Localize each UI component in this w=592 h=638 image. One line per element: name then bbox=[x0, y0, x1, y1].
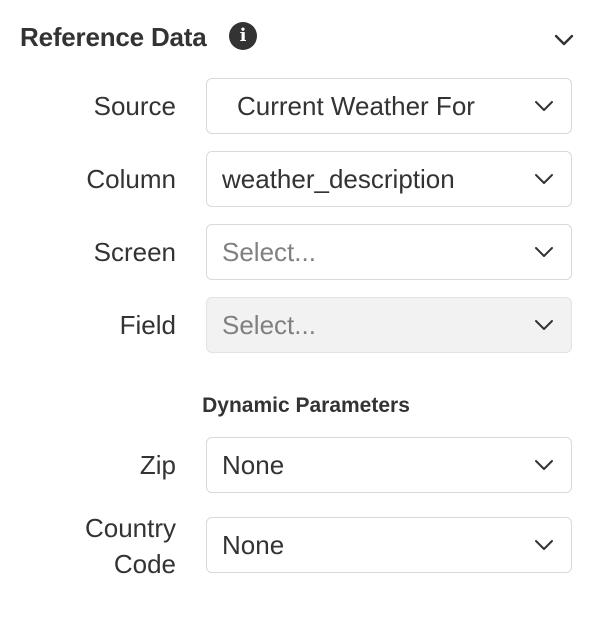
reference-data-panel: Reference Data i Source Current Weather … bbox=[0, 0, 592, 638]
field-select: Select... bbox=[206, 297, 572, 353]
field-label: Field bbox=[119, 310, 176, 340]
screen-label: Screen bbox=[93, 237, 176, 267]
chevron-down-icon bbox=[535, 460, 553, 470]
screen-select-placeholder: Select... bbox=[222, 237, 316, 267]
source-label: Source bbox=[93, 91, 176, 121]
chevron-down-icon bbox=[535, 101, 553, 111]
column-select[interactable]: weather_description bbox=[206, 151, 572, 207]
column-label: Column bbox=[86, 164, 176, 194]
chevron-down-icon bbox=[535, 320, 553, 330]
country-code-label-line1: Country bbox=[84, 513, 176, 543]
country-code-select-value: None bbox=[222, 530, 285, 560]
source-select[interactable]: Current Weather For bbox=[206, 78, 572, 134]
dynamic-parameters-heading: Dynamic Parameters bbox=[202, 394, 410, 417]
zip-select[interactable]: None bbox=[206, 437, 572, 493]
country-code-label: Country Code bbox=[85, 510, 176, 582]
column-select-value: weather_description bbox=[222, 164, 455, 194]
source-select-value: Current Weather For bbox=[237, 91, 475, 121]
chevron-down-icon bbox=[535, 247, 553, 257]
chevron-down-icon[interactable] bbox=[552, 28, 576, 52]
info-icon[interactable]: i bbox=[229, 22, 257, 50]
country-code-label-line2: Code bbox=[113, 549, 176, 579]
panel-title: Reference Data bbox=[20, 22, 207, 52]
chevron-down-icon bbox=[535, 174, 553, 184]
zip-select-value: None bbox=[222, 450, 285, 480]
screen-select[interactable]: Select... bbox=[206, 224, 572, 280]
field-select-placeholder: Select... bbox=[222, 310, 316, 340]
panel-header[interactable]: Reference Data i bbox=[20, 18, 580, 58]
zip-label: Zip bbox=[139, 450, 176, 480]
country-code-select[interactable]: None bbox=[206, 517, 572, 573]
chevron-down-icon bbox=[535, 540, 553, 550]
